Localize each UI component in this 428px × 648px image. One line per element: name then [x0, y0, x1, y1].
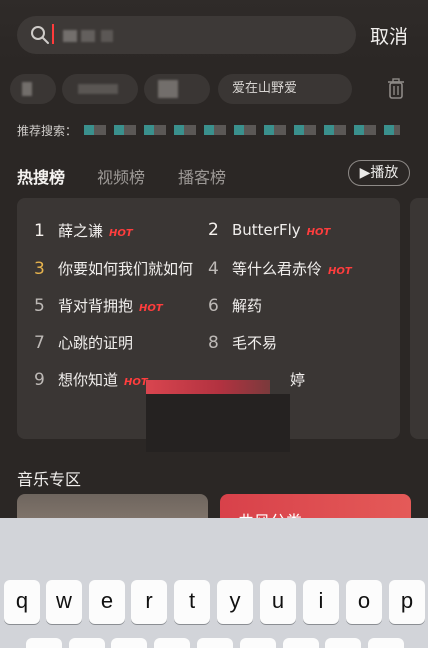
hot-list-item[interactable]: 4 等什么君赤伶 HOT	[208, 258, 352, 282]
tab-video[interactable]: 视频榜	[97, 164, 145, 188]
hot-list-item[interactable]: 3 你要如何我们就如何	[34, 258, 193, 282]
next-chart-card[interactable]	[410, 198, 428, 439]
key-t[interactable]: t	[174, 580, 210, 624]
trash-icon[interactable]	[386, 78, 406, 100]
hot-list-item[interactable]: 婷	[290, 369, 305, 393]
key-j[interactable]	[283, 638, 319, 648]
music-section-title: 音乐专区	[17, 470, 82, 489]
hot-title: 想你知道	[58, 371, 119, 389]
redaction-overlay	[146, 394, 290, 452]
key-y[interactable]: y	[217, 580, 253, 624]
key-w[interactable]: w	[46, 580, 82, 624]
hot-list-item[interactable]: 1 薛之谦 HOT	[34, 220, 133, 244]
hot-badge: HOT	[328, 266, 352, 277]
history-chip[interactable]	[10, 74, 56, 104]
chart-tabs: 热搜榜 视频榜 播客榜 ▶播放	[17, 160, 411, 188]
search-input[interactable]	[53, 24, 343, 46]
key-l[interactable]	[368, 638, 404, 648]
hot-list-item[interactable]: 5 背对背拥抱 HOT	[34, 295, 163, 319]
search-box[interactable]	[17, 16, 356, 54]
hot-list-item[interactable]: 7 心跳的证明	[34, 332, 133, 356]
key-p[interactable]: p	[389, 580, 425, 624]
blurred-query	[63, 30, 77, 42]
rank-number: 3	[34, 259, 45, 279]
rank-number: 2	[208, 220, 219, 240]
hot-title: 你要如何我们就如何	[58, 260, 194, 278]
rank-number: 1	[34, 221, 45, 241]
hot-list-item[interactable]: 8 毛不易	[208, 332, 277, 356]
tab-podcast[interactable]: 播客榜	[178, 164, 226, 188]
hot-badge: HOT	[139, 303, 163, 314]
rank-number: 9	[34, 370, 45, 390]
rank-number: 4	[208, 259, 219, 279]
top-bar: 取消	[0, 0, 428, 62]
key-o[interactable]: o	[346, 580, 382, 624]
hot-badge: HOT	[124, 377, 148, 388]
search-icon	[31, 26, 49, 44]
hot-title: 等什么君赤伶	[232, 260, 323, 278]
key-d[interactable]	[111, 638, 147, 648]
hot-list-item[interactable]: 9 想你知道 HOT	[34, 369, 148, 393]
tab-hot-search[interactable]: 热搜榜	[17, 164, 65, 188]
key-q[interactable]: q	[4, 580, 40, 624]
rank-number: 5	[34, 296, 45, 316]
hot-title: ButterFly	[232, 221, 301, 239]
key-a[interactable]	[26, 638, 62, 648]
key-f[interactable]	[154, 638, 190, 648]
hot-list-item[interactable]: 6 解药	[208, 295, 262, 319]
key-k[interactable]	[325, 638, 361, 648]
history-chip[interactable]: 爱在山野爱	[218, 74, 352, 104]
key-e[interactable]: e	[89, 580, 125, 624]
hot-list-item[interactable]: 2 ButterFly HOT	[208, 220, 330, 244]
hot-title: 薛之谦	[58, 222, 104, 240]
keyboard: q w e r t y u i o p	[0, 518, 428, 648]
search-history: 爱在山野爱	[0, 68, 428, 112]
rank-number: 7	[34, 333, 45, 353]
key-h[interactable]	[240, 638, 276, 648]
play-button[interactable]: ▶播放	[348, 160, 410, 186]
rank-number: 6	[208, 296, 219, 316]
blurred-query	[81, 30, 95, 42]
redaction-overlay	[146, 380, 270, 394]
recommend-list[interactable]	[84, 125, 400, 135]
hot-title: 毛不易	[232, 334, 278, 352]
key-s[interactable]	[69, 638, 105, 648]
hot-title: 婷	[290, 371, 306, 389]
rank-number: 8	[208, 333, 219, 353]
hot-title: 背对背拥抱	[58, 297, 134, 315]
hot-title: 心跳的证明	[58, 334, 134, 352]
text-cursor	[52, 24, 54, 44]
history-chip[interactable]	[62, 74, 138, 104]
recommend-label: 推荐搜索：	[17, 124, 78, 138]
cancel-button[interactable]: 取消	[370, 22, 408, 49]
hot-badge: HOT	[306, 227, 331, 238]
key-g[interactable]	[197, 638, 233, 648]
key-i[interactable]: i	[303, 580, 339, 624]
key-r[interactable]: r	[131, 580, 167, 624]
hot-title: 解药	[232, 297, 263, 315]
blurred-query	[101, 30, 113, 42]
key-u[interactable]: u	[260, 580, 296, 624]
hot-badge: HOT	[109, 228, 133, 239]
history-chip[interactable]	[144, 74, 210, 104]
